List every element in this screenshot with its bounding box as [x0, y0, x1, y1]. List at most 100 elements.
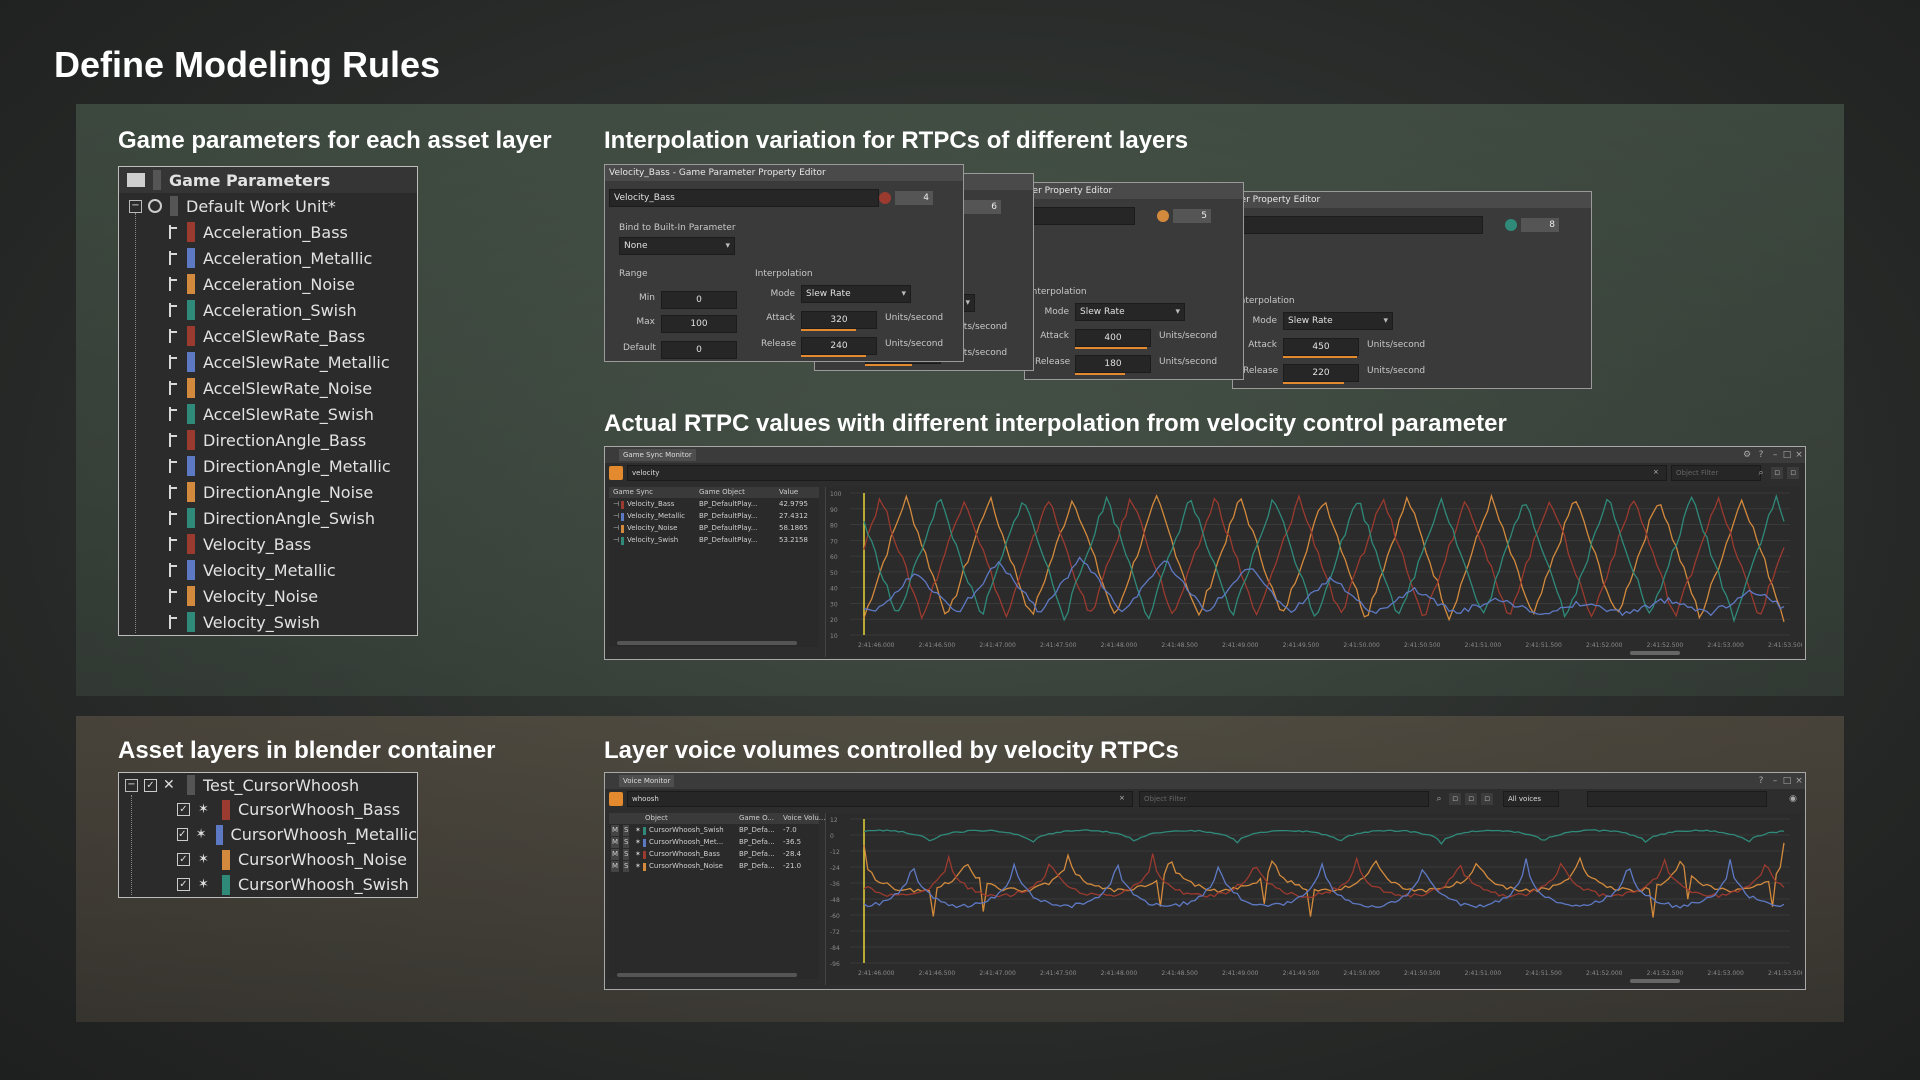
- blender-layer-item[interactable]: ✓ ✶ CursorWhoosh_Noise: [119, 847, 417, 872]
- parameter-name-field[interactable]: Velocity_Bass: [609, 189, 879, 207]
- game-parameter-item[interactable]: DirectionAngle_Bass: [119, 427, 417, 453]
- column-header[interactable]: Value: [779, 487, 798, 498]
- list-item[interactable]: M S ✶ CursorWhoosh_Bass BP_Defa... -28.4: [609, 849, 819, 860]
- reference-count[interactable]: 8: [1521, 218, 1559, 232]
- column-header[interactable]: Object: [645, 813, 668, 824]
- release-slider[interactable]: [1283, 382, 1344, 384]
- solo-toggle[interactable]: S: [623, 825, 630, 836]
- range-min-field[interactable]: 0: [661, 291, 737, 309]
- chart-scrollbar[interactable]: [1630, 979, 1680, 983]
- checkbox-checked-icon[interactable]: ✓: [177, 803, 190, 816]
- toolbar-button-2[interactable]: ▫: [1787, 467, 1799, 479]
- solo-toggle[interactable]: S: [623, 837, 630, 848]
- toolbar-button-1[interactable]: ▫: [1449, 793, 1461, 805]
- release-field[interactable]: 220: [1283, 364, 1359, 382]
- mute-toggle[interactable]: M: [611, 861, 620, 872]
- game-parameter-item[interactable]: Acceleration_Noise: [119, 271, 417, 297]
- list-item[interactable]: M S ✶ CursorWhoosh_Noise BP_Defa... -21.0: [609, 861, 819, 872]
- list-item[interactable]: ⊣ Velocity_Metallic BP_DefaultPlay... 27.43…: [609, 511, 819, 522]
- column-header[interactable]: Voice Volu...: [783, 813, 825, 824]
- attack-field[interactable]: 400: [1075, 329, 1151, 347]
- toolbar-button-1[interactable]: ▫: [1771, 467, 1783, 479]
- game-parameter-item[interactable]: Acceleration_Metallic: [119, 245, 417, 271]
- clear-search-icon[interactable]: ×: [1649, 465, 1665, 481]
- clear-search-icon[interactable]: ×: [1115, 791, 1131, 807]
- game-parameter-item[interactable]: DirectionAngle_Metallic: [119, 453, 417, 479]
- game-parameter-item[interactable]: Velocity_Noise: [119, 583, 417, 609]
- mode-dropdown[interactable]: Slew Rate: [1075, 303, 1185, 321]
- mute-toggle[interactable]: M: [611, 837, 620, 848]
- mute-toggle[interactable]: M: [611, 849, 620, 860]
- attack-field[interactable]: 320: [801, 311, 877, 329]
- maximize-icon[interactable]: □: [1781, 449, 1793, 461]
- game-parameter-item[interactable]: AccelSlewRate_Metallic: [119, 349, 417, 375]
- parameter-name-field[interactable]: [1233, 216, 1483, 234]
- attack-slider[interactable]: [801, 329, 856, 331]
- game-parameter-item[interactable]: DirectionAngle_Noise: [119, 479, 417, 505]
- blender-layer-item[interactable]: ✓ ✶ CursorWhoosh_Metallic: [119, 822, 417, 847]
- close-icon[interactable]: ×: [1793, 449, 1805, 461]
- object-filter-input[interactable]: Object Filter: [1671, 465, 1761, 481]
- monitor-tab[interactable]: Game Sync Monitor: [619, 449, 696, 461]
- column-header[interactable]: Game Sync: [613, 487, 653, 498]
- collapse-icon[interactable]: −: [129, 199, 142, 213]
- list-item[interactable]: ⊣ Velocity_Noise BP_DefaultPlay... 58.1865: [609, 523, 819, 534]
- game-parameter-item[interactable]: AccelSlewRate_Swish: [119, 401, 417, 427]
- minimize-icon[interactable]: –: [1769, 449, 1781, 461]
- game-parameter-item[interactable]: DirectionAngle_Swish: [119, 505, 417, 531]
- range-default-field[interactable]: 0: [661, 341, 737, 359]
- game-parameter-item[interactable]: Velocity_Metallic: [119, 557, 417, 583]
- range-max-field[interactable]: 100: [661, 315, 737, 333]
- bind-dropdown[interactable]: None: [619, 237, 735, 255]
- search-icon[interactable]: ⌕: [1433, 793, 1445, 805]
- solo-toggle[interactable]: S: [623, 849, 630, 860]
- release-field[interactable]: 240: [801, 337, 877, 355]
- game-parameter-item[interactable]: AccelSlewRate_Bass: [119, 323, 417, 349]
- column-header[interactable]: Game Object: [699, 487, 745, 498]
- collapse-icon[interactable]: −: [125, 778, 138, 792]
- release-slider[interactable]: [801, 355, 866, 357]
- parameter-name-field[interactable]: [1025, 207, 1135, 225]
- blender-layer-item[interactable]: ✓ ✶ CursorWhoosh_Swish: [119, 872, 417, 897]
- toolbar-button-2[interactable]: ▫: [1465, 793, 1477, 805]
- toolbar-button-3[interactable]: ▫: [1481, 793, 1493, 805]
- monitor-tab[interactable]: Voice Monitor: [619, 775, 675, 787]
- search-input[interactable]: velocity: [627, 465, 1667, 481]
- close-icon[interactable]: ×: [1793, 775, 1805, 787]
- reference-count[interactable]: 4: [895, 191, 933, 205]
- help-icon[interactable]: ?: [1755, 775, 1767, 787]
- checkbox-checked-icon[interactable]: ✓: [177, 853, 190, 866]
- list-item[interactable]: ⊣ Velocity_Swish BP_DefaultPlay... 53.2158: [609, 535, 819, 546]
- column-header[interactable]: Game O...: [739, 813, 774, 824]
- checkbox-checked-icon[interactable]: ✓: [144, 778, 157, 792]
- help-icon[interactable]: ?: [1755, 449, 1767, 461]
- mute-toggle[interactable]: M: [611, 825, 620, 836]
- mode-dropdown[interactable]: Slew Rate: [1283, 312, 1393, 330]
- view-icon[interactable]: ◉: [1787, 793, 1799, 805]
- gear-icon[interactable]: ⚙: [1741, 449, 1753, 461]
- attack-slider[interactable]: [1283, 356, 1357, 358]
- game-parameter-item[interactable]: AccelSlewRate_Noise: [119, 375, 417, 401]
- work-unit-row[interactable]: − Default Work Unit*: [119, 193, 417, 219]
- checkbox-checked-icon[interactable]: ✓: [177, 828, 188, 841]
- attack-field[interactable]: 450: [1283, 338, 1359, 356]
- list-item[interactable]: M S ✶ CursorWhoosh_Swish BP_Defa... -7.0: [609, 825, 819, 836]
- chart-scrollbar[interactable]: [1630, 651, 1680, 655]
- game-parameter-item[interactable]: Acceleration_Swish: [119, 297, 417, 323]
- list-item[interactable]: ⊣ Velocity_Bass BP_DefaultPlay... 42.9795: [609, 499, 819, 510]
- tree-root-row[interactable]: Game Parameters: [119, 167, 417, 193]
- game-parameter-item[interactable]: Velocity_Bass: [119, 531, 417, 557]
- horizontal-scrollbar[interactable]: [617, 973, 797, 977]
- mode-dropdown[interactable]: Slew Rate: [801, 285, 911, 303]
- voices-dropdown[interactable]: All voices: [1503, 791, 1559, 807]
- checkbox-checked-icon[interactable]: ✓: [177, 878, 190, 891]
- object-filter-input[interactable]: Object Filter: [1139, 791, 1429, 807]
- game-parameter-item[interactable]: Velocity_Swish: [119, 609, 417, 635]
- maximize-icon[interactable]: □: [1781, 775, 1793, 787]
- blender-layer-item[interactable]: ✓ ✶ CursorWhoosh_Bass: [119, 797, 417, 822]
- horizontal-scrollbar[interactable]: [617, 641, 797, 645]
- release-slider[interactable]: [865, 364, 912, 366]
- list-item[interactable]: M S ✶ CursorWhoosh_Met... BP_Defa... -36.5: [609, 837, 819, 848]
- minimize-icon[interactable]: –: [1769, 775, 1781, 787]
- search-icon[interactable]: ⌕: [1755, 467, 1767, 479]
